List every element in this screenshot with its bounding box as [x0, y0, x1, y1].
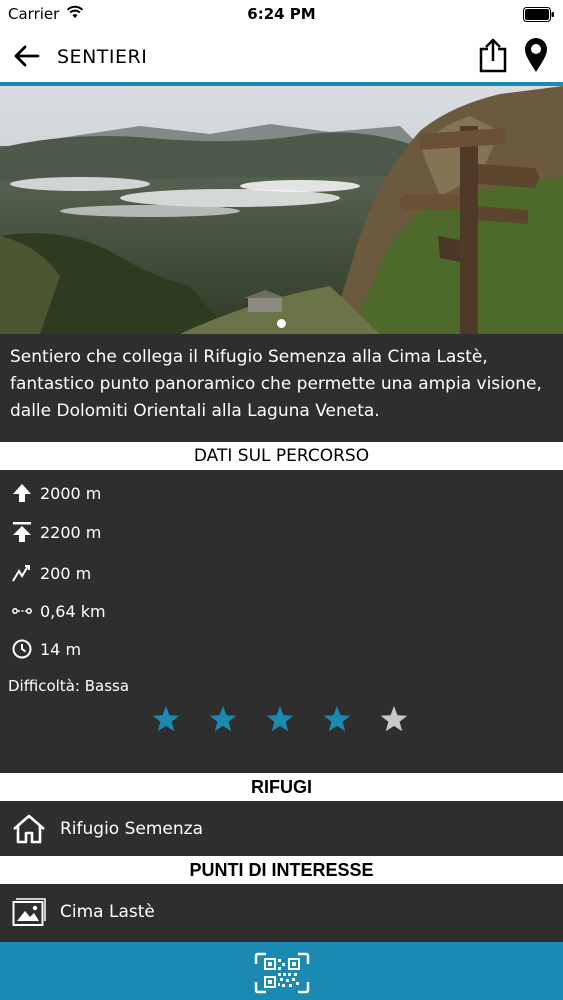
- route-data-header: DATI SUL PERCORSO: [0, 442, 563, 470]
- difficulty-rating: [146, 704, 426, 736]
- distance-icon: [10, 599, 34, 623]
- elevation-gain-icon: [10, 561, 34, 585]
- carousel-page-indicator: [277, 319, 286, 328]
- share-icon[interactable]: [478, 37, 508, 77]
- navigation-bar: SENTIERI: [0, 30, 563, 82]
- elevation-gain-stat: 200 m: [10, 560, 91, 586]
- battery-icon: [523, 7, 555, 26]
- trail-photo[interactable]: [0, 86, 563, 334]
- star-filled-icon: [266, 706, 294, 732]
- max-altitude-icon: [10, 520, 34, 544]
- star-filled-icon: [152, 706, 180, 732]
- list-item-poi[interactable]: Cima Lastè: [0, 886, 563, 938]
- map-pin-icon[interactable]: [522, 37, 550, 77]
- arrow-up-icon: [10, 481, 34, 505]
- difficulty-label: Difficoltà:: [8, 677, 80, 695]
- qr-scan-icon[interactable]: [254, 952, 310, 998]
- list-item-rifugio[interactable]: Rifugio Semenza: [0, 803, 563, 855]
- max-altitude-value: 2200 m: [40, 522, 102, 542]
- star-empty-icon: [380, 706, 408, 732]
- length-stat: 0,64 km: [10, 598, 106, 624]
- status-bar: Carrier 6:24 PM: [0, 0, 563, 30]
- clock: 6:24 PM: [247, 5, 316, 23]
- clock-icon: [10, 637, 34, 661]
- back-arrow-icon[interactable]: [12, 44, 40, 72]
- duration-stat: 14 m: [10, 636, 81, 662]
- image-gallery-icon: [12, 895, 46, 929]
- bottom-bar: [0, 942, 563, 1000]
- rifugi-header: RIFUGI: [0, 773, 563, 801]
- house-icon: [12, 812, 46, 846]
- max-altitude-stat: 2200 m: [10, 519, 101, 545]
- trail-description: Sentiero che collega il Rifugio Semenza …: [10, 347, 542, 421]
- duration-value: 14 m: [40, 639, 82, 659]
- start-altitude-value: 2000 m: [40, 483, 102, 503]
- difficulty-value: Bassa: [84, 677, 130, 695]
- start-altitude-stat: 2000 m: [10, 480, 101, 506]
- page-title: SENTIERI: [57, 46, 148, 68]
- list-item-label: Rifugio Semenza: [60, 819, 203, 839]
- poi-header: PUNTI DI INTERESSE: [0, 856, 563, 884]
- star-filled-icon: [323, 706, 351, 732]
- difficulty: Difficoltà: Bassa: [8, 677, 129, 695]
- elevation-gain-value: 200 m: [40, 563, 92, 583]
- length-value: 0,64 km: [40, 601, 106, 621]
- star-filled-icon: [209, 706, 237, 732]
- list-item-label: Cima Lastè: [60, 902, 155, 922]
